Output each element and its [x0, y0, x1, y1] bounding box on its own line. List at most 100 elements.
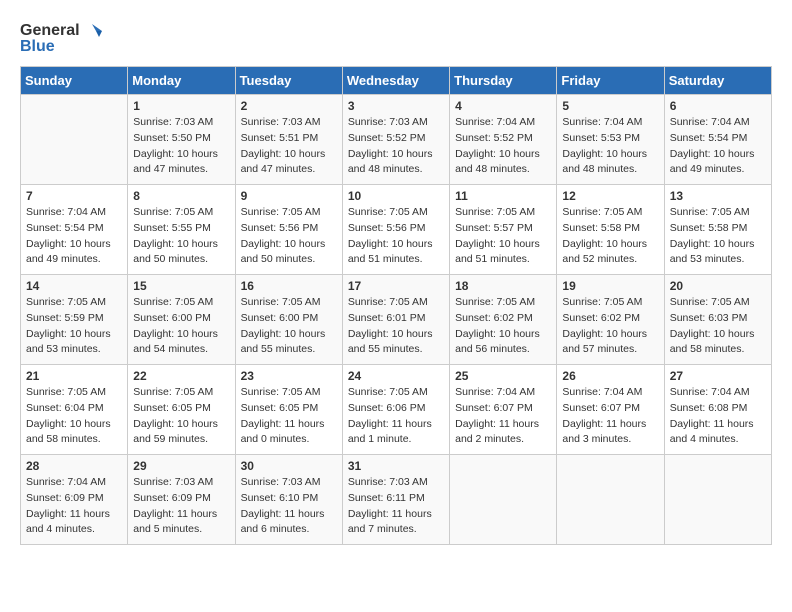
day-number: 25: [455, 369, 551, 383]
calendar-cell: 1Sunrise: 7:03 AMSunset: 5:50 PMDaylight…: [128, 95, 235, 185]
calendar-cell: 28 Sunrise: 7:04 AMSunset: 6:09 PMDayligh…: [21, 455, 128, 545]
day-info: Sunrise: 7:05 AMSunset: 6:00 PMDaylight:…: [133, 295, 229, 358]
day-info: Sunrise: 7:05 AMSunset: 6:01 PMDaylight:…: [348, 295, 444, 358]
day-info: Sunrise: 7:04 AMSunset: 6:07 PMDaylight:…: [562, 385, 658, 448]
calendar-cell: 18 Sunrise: 7:05 AMSunset: 6:02 PMDayligh…: [450, 275, 557, 365]
header-row: SundayMondayTuesdayWednesdayThursdayFrid…: [21, 67, 772, 95]
calendar-cell: 5Sunrise: 7:04 AMSunset: 5:53 PMDaylight…: [557, 95, 664, 185]
day-info: Sunrise: 7:03 AMSunset: 6:10 PMDaylight:…: [241, 475, 337, 538]
calendar-table: SundayMondayTuesdayWednesdayThursdayFrid…: [20, 66, 772, 545]
column-header-saturday: Saturday: [664, 67, 771, 95]
day-info: Sunrise: 7:05 AMSunset: 5:56 PMDaylight:…: [241, 205, 337, 268]
day-number: 2: [241, 99, 337, 113]
day-info: Sunrise: 7:05 AMSunset: 6:02 PMDaylight:…: [562, 295, 658, 358]
day-info: Sunrise: 7:05 AMSunset: 5:58 PMDaylight:…: [562, 205, 658, 268]
day-info: Sunrise: 7:04 AMSunset: 5:54 PMDaylight:…: [26, 205, 122, 268]
day-number: 11: [455, 189, 551, 203]
day-info: Sunrise: 7:03 AMSunset: 5:50 PMDaylight:…: [133, 115, 229, 178]
calendar-cell: 2 Sunrise: 7:03 AMSunset: 5:51 PMDaylight…: [235, 95, 342, 185]
day-info: Sunrise: 7:04 AMSunset: 5:52 PMDaylight:…: [455, 115, 551, 178]
day-number: 19: [562, 279, 658, 293]
calendar-cell: 21Sunrise: 7:05 AMSunset: 6:04 PMDayligh…: [21, 365, 128, 455]
day-info: Sunrise: 7:03 AMSunset: 6:09 PMDaylight:…: [133, 475, 229, 538]
day-number: 9: [241, 189, 337, 203]
day-info: Sunrise: 7:04 AMSunset: 6:09 PMDaylight:…: [26, 475, 122, 538]
calendar-week-1: 1Sunrise: 7:03 AMSunset: 5:50 PMDaylight…: [21, 95, 772, 185]
day-number: 20: [670, 279, 766, 293]
column-header-monday: Monday: [128, 67, 235, 95]
day-number: 13: [670, 189, 766, 203]
day-info: Sunrise: 7:05 AMSunset: 5:58 PMDaylight:…: [670, 205, 766, 268]
calendar-cell: 16 Sunrise: 7:05 AMSunset: 6:00 PMDayligh…: [235, 275, 342, 365]
day-info: Sunrise: 7:03 AMSunset: 5:51 PMDaylight:…: [241, 115, 337, 178]
day-number: 24: [348, 369, 444, 383]
calendar-cell: 11 Sunrise: 7:05 AMSunset: 5:57 PMDayligh…: [450, 185, 557, 275]
calendar-cell: 15 Sunrise: 7:05 AMSunset: 6:00 PMDayligh…: [128, 275, 235, 365]
day-info: Sunrise: 7:05 AMSunset: 6:00 PMDaylight:…: [241, 295, 337, 358]
day-number: 29: [133, 459, 229, 473]
calendar-cell: [664, 455, 771, 545]
column-header-tuesday: Tuesday: [235, 67, 342, 95]
day-number: 17: [348, 279, 444, 293]
day-number: 7: [26, 189, 122, 203]
calendar-cell: 22 Sunrise: 7:05 AMSunset: 6:05 PMDayligh…: [128, 365, 235, 455]
day-number: 5: [562, 99, 658, 113]
day-number: 18: [455, 279, 551, 293]
calendar-cell: [21, 95, 128, 185]
calendar-cell: 26 Sunrise: 7:04 AMSunset: 6:07 PMDayligh…: [557, 365, 664, 455]
day-info: Sunrise: 7:03 AMSunset: 5:52 PMDaylight:…: [348, 115, 444, 178]
day-info: Sunrise: 7:04 AMSunset: 5:54 PMDaylight:…: [670, 115, 766, 178]
day-info: Sunrise: 7:05 AMSunset: 6:03 PMDaylight:…: [670, 295, 766, 358]
calendar-cell: 3 Sunrise: 7:03 AMSunset: 5:52 PMDaylight…: [342, 95, 449, 185]
day-info: Sunrise: 7:05 AMSunset: 6:05 PMDaylight:…: [133, 385, 229, 448]
day-number: 26: [562, 369, 658, 383]
day-number: 16: [241, 279, 337, 293]
day-number: 28: [26, 459, 122, 473]
calendar-cell: 6 Sunrise: 7:04 AMSunset: 5:54 PMDaylight…: [664, 95, 771, 185]
calendar-cell: 7 Sunrise: 7:04 AMSunset: 5:54 PMDaylight…: [21, 185, 128, 275]
day-number: 21: [26, 369, 122, 383]
day-number: 14: [26, 279, 122, 293]
calendar-cell: 25 Sunrise: 7:04 AMSunset: 6:07 PMDayligh…: [450, 365, 557, 455]
day-info: Sunrise: 7:03 AMSunset: 6:11 PMDaylight:…: [348, 475, 444, 538]
calendar-cell: 8Sunrise: 7:05 AMSunset: 5:55 PMDaylight…: [128, 185, 235, 275]
day-number: 15: [133, 279, 229, 293]
calendar-cell: 9 Sunrise: 7:05 AMSunset: 5:56 PMDaylight…: [235, 185, 342, 275]
day-number: 12: [562, 189, 658, 203]
day-info: Sunrise: 7:04 AMSunset: 6:07 PMDaylight:…: [455, 385, 551, 448]
day-number: 10: [348, 189, 444, 203]
calendar-cell: 24 Sunrise: 7:05 AMSunset: 6:06 PMDayligh…: [342, 365, 449, 455]
column-header-wednesday: Wednesday: [342, 67, 449, 95]
calendar-cell: 30 Sunrise: 7:03 AMSunset: 6:10 PMDayligh…: [235, 455, 342, 545]
calendar-cell: 19 Sunrise: 7:05 AMSunset: 6:02 PMDayligh…: [557, 275, 664, 365]
calendar-cell: 10 Sunrise: 7:05 AMSunset: 5:56 PMDayligh…: [342, 185, 449, 275]
calendar-cell: 23 Sunrise: 7:05 AMSunset: 6:05 PMDayligh…: [235, 365, 342, 455]
calendar-cell: 13 Sunrise: 7:05 AMSunset: 5:58 PMDayligh…: [664, 185, 771, 275]
calendar-cell: [557, 455, 664, 545]
day-info: Sunrise: 7:05 AMSunset: 5:59 PMDaylight:…: [26, 295, 122, 358]
logo-bird-icon: [82, 20, 104, 42]
day-number: 3: [348, 99, 444, 113]
day-info: Sunrise: 7:05 AMSunset: 6:05 PMDaylight:…: [241, 385, 337, 448]
day-info: Sunrise: 7:05 AMSunset: 5:57 PMDaylight:…: [455, 205, 551, 268]
day-number: 22: [133, 369, 229, 383]
calendar-week-5: 28 Sunrise: 7:04 AMSunset: 6:09 PMDayligh…: [21, 455, 772, 545]
calendar-cell: 4 Sunrise: 7:04 AMSunset: 5:52 PMDaylight…: [450, 95, 557, 185]
day-info: Sunrise: 7:05 AMSunset: 5:56 PMDaylight:…: [348, 205, 444, 268]
day-info: Sunrise: 7:04 AMSunset: 6:08 PMDaylight:…: [670, 385, 766, 448]
day-info: Sunrise: 7:05 AMSunset: 6:02 PMDaylight:…: [455, 295, 551, 358]
calendar-cell: 17 Sunrise: 7:05 AMSunset: 6:01 PMDayligh…: [342, 275, 449, 365]
calendar-week-2: 7 Sunrise: 7:04 AMSunset: 5:54 PMDaylight…: [21, 185, 772, 275]
page-header: General Blue: [20, 20, 772, 56]
day-info: Sunrise: 7:05 AMSunset: 6:06 PMDaylight:…: [348, 385, 444, 448]
day-number: 23: [241, 369, 337, 383]
day-number: 6: [670, 99, 766, 113]
calendar-cell: 14 Sunrise: 7:05 AMSunset: 5:59 PMDayligh…: [21, 275, 128, 365]
logo: General Blue: [20, 20, 104, 56]
calendar-week-3: 14 Sunrise: 7:05 AMSunset: 5:59 PMDayligh…: [21, 275, 772, 365]
logo-blue: Blue: [20, 38, 55, 56]
day-number: 4: [455, 99, 551, 113]
day-number: 30: [241, 459, 337, 473]
column-header-friday: Friday: [557, 67, 664, 95]
column-header-thursday: Thursday: [450, 67, 557, 95]
